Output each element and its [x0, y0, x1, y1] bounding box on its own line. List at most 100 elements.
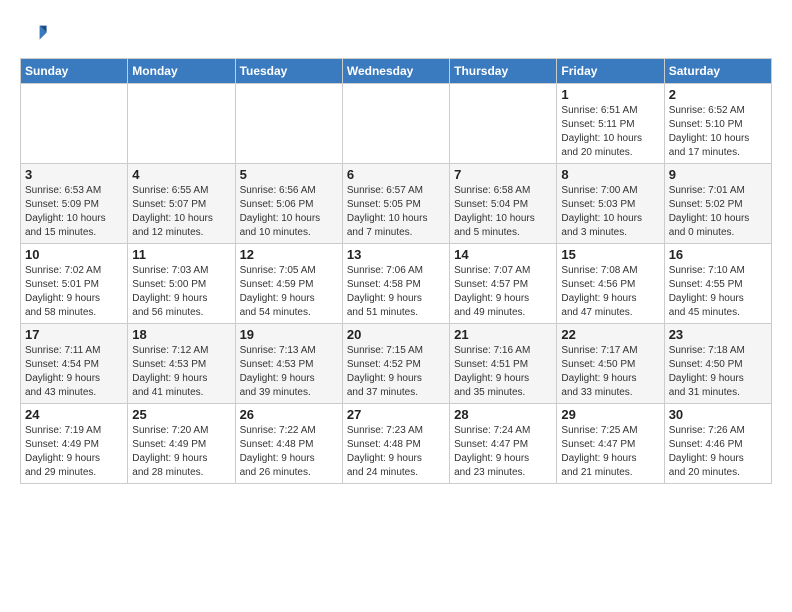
- calendar-cell: 10 Sunrise: 7:02 AMSunset: 5:01 PMDayligh…: [21, 244, 128, 324]
- calendar-cell: 12 Sunrise: 7:05 AMSunset: 4:59 PMDayligh…: [235, 244, 342, 324]
- calendar-cell: 5 Sunrise: 6:56 AMSunset: 5:06 PMDaylight…: [235, 164, 342, 244]
- day-number: 2: [669, 87, 767, 102]
- calendar-cell: 4 Sunrise: 6:55 AMSunset: 5:07 PMDaylight…: [128, 164, 235, 244]
- calendar-cell: 27 Sunrise: 7:23 AMSunset: 4:48 PMDayligh…: [342, 404, 449, 484]
- day-header-thursday: Thursday: [450, 59, 557, 84]
- day-number: 12: [240, 247, 338, 262]
- day-number: 22: [561, 327, 659, 342]
- calendar-cell: [235, 84, 342, 164]
- day-number: 3: [25, 167, 123, 182]
- day-number: 10: [25, 247, 123, 262]
- day-info: Sunrise: 7:10 AMSunset: 4:55 PMDaylight:…: [669, 264, 767, 320]
- calendar-week-3: 10 Sunrise: 7:02 AMSunset: 5:01 PMDayligh…: [21, 244, 772, 324]
- calendar-cell: 30 Sunrise: 7:26 AMSunset: 4:46 PMDayligh…: [664, 404, 771, 484]
- day-number: 25: [132, 407, 230, 422]
- calendar-cell: [450, 84, 557, 164]
- day-info: Sunrise: 7:02 AMSunset: 5:01 PMDaylight:…: [25, 264, 123, 320]
- day-info: Sunrise: 7:12 AMSunset: 4:53 PMDaylight:…: [132, 344, 230, 400]
- calendar-cell: 17 Sunrise: 7:11 AMSunset: 4:54 PMDayligh…: [21, 324, 128, 404]
- day-header-monday: Monday: [128, 59, 235, 84]
- day-info: Sunrise: 7:25 AMSunset: 4:47 PMDaylight:…: [561, 424, 659, 480]
- day-number: 16: [669, 247, 767, 262]
- day-info: Sunrise: 6:55 AMSunset: 5:07 PMDaylight:…: [132, 184, 230, 240]
- day-info: Sunrise: 7:22 AMSunset: 4:48 PMDaylight:…: [240, 424, 338, 480]
- day-number: 14: [454, 247, 552, 262]
- day-info: Sunrise: 7:08 AMSunset: 4:56 PMDaylight:…: [561, 264, 659, 320]
- day-header-saturday: Saturday: [664, 59, 771, 84]
- day-info: Sunrise: 7:26 AMSunset: 4:46 PMDaylight:…: [669, 424, 767, 480]
- calendar-cell: 29 Sunrise: 7:25 AMSunset: 4:47 PMDayligh…: [557, 404, 664, 484]
- day-number: 26: [240, 407, 338, 422]
- calendar-cell: 22 Sunrise: 7:17 AMSunset: 4:50 PMDayligh…: [557, 324, 664, 404]
- day-number: 7: [454, 167, 552, 182]
- day-number: 27: [347, 407, 445, 422]
- calendar-cell: 19 Sunrise: 7:13 AMSunset: 4:53 PMDayligh…: [235, 324, 342, 404]
- day-number: 1: [561, 87, 659, 102]
- day-header-wednesday: Wednesday: [342, 59, 449, 84]
- day-info: Sunrise: 7:11 AMSunset: 4:54 PMDaylight:…: [25, 344, 123, 400]
- day-number: 23: [669, 327, 767, 342]
- calendar-cell: 15 Sunrise: 7:08 AMSunset: 4:56 PMDayligh…: [557, 244, 664, 324]
- day-number: 28: [454, 407, 552, 422]
- calendar-cell: 9 Sunrise: 7:01 AMSunset: 5:02 PMDaylight…: [664, 164, 771, 244]
- day-info: Sunrise: 7:13 AMSunset: 4:53 PMDaylight:…: [240, 344, 338, 400]
- calendar-cell: 6 Sunrise: 6:57 AMSunset: 5:05 PMDaylight…: [342, 164, 449, 244]
- calendar-cell: 26 Sunrise: 7:22 AMSunset: 4:48 PMDayligh…: [235, 404, 342, 484]
- calendar-week-1: 1 Sunrise: 6:51 AMSunset: 5:11 PMDaylight…: [21, 84, 772, 164]
- calendar-cell: 20 Sunrise: 7:15 AMSunset: 4:52 PMDayligh…: [342, 324, 449, 404]
- day-info: Sunrise: 7:00 AMSunset: 5:03 PMDaylight:…: [561, 184, 659, 240]
- calendar-cell: 25 Sunrise: 7:20 AMSunset: 4:49 PMDayligh…: [128, 404, 235, 484]
- day-number: 17: [25, 327, 123, 342]
- calendar-cell: 11 Sunrise: 7:03 AMSunset: 5:00 PMDayligh…: [128, 244, 235, 324]
- day-number: 30: [669, 407, 767, 422]
- calendar-cell: 13Sunrise: 7:06 AMSunset: 4:58 PMDayligh…: [342, 244, 449, 324]
- day-number: 20: [347, 327, 445, 342]
- day-header-friday: Friday: [557, 59, 664, 84]
- calendar-week-4: 17 Sunrise: 7:11 AMSunset: 4:54 PMDayligh…: [21, 324, 772, 404]
- day-number: 8: [561, 167, 659, 182]
- calendar-cell: 23 Sunrise: 7:18 AMSunset: 4:50 PMDayligh…: [664, 324, 771, 404]
- day-info: Sunrise: 7:16 AMSunset: 4:51 PMDaylight:…: [454, 344, 552, 400]
- logo-icon: [20, 20, 48, 48]
- day-info: Sunrise: 7:24 AMSunset: 4:47 PMDaylight:…: [454, 424, 552, 480]
- day-info: Sunrise: 7:01 AMSunset: 5:02 PMDaylight:…: [669, 184, 767, 240]
- day-number: 11: [132, 247, 230, 262]
- day-number: 18: [132, 327, 230, 342]
- calendar-week-5: 24Sunrise: 7:19 AMSunset: 4:49 PMDayligh…: [21, 404, 772, 484]
- day-info: Sunrise: 7:18 AMSunset: 4:50 PMDaylight:…: [669, 344, 767, 400]
- day-info: Sunrise: 7:15 AMSunset: 4:52 PMDaylight:…: [347, 344, 445, 400]
- day-info: Sunrise: 6:57 AMSunset: 5:05 PMDaylight:…: [347, 184, 445, 240]
- calendar-cell: 3 Sunrise: 6:53 AMSunset: 5:09 PMDaylight…: [21, 164, 128, 244]
- calendar-cell: 28 Sunrise: 7:24 AMSunset: 4:47 PMDayligh…: [450, 404, 557, 484]
- day-number: 6: [347, 167, 445, 182]
- day-info: Sunrise: 6:53 AMSunset: 5:09 PMDaylight:…: [25, 184, 123, 240]
- day-info: Sunrise: 6:51 AMSunset: 5:11 PMDaylight:…: [561, 104, 659, 160]
- day-info: Sunrise: 6:56 AMSunset: 5:06 PMDaylight:…: [240, 184, 338, 240]
- day-info: Sunrise: 7:20 AMSunset: 4:49 PMDaylight:…: [132, 424, 230, 480]
- day-number: 9: [669, 167, 767, 182]
- day-info: Sunrise: 7:17 AMSunset: 4:50 PMDaylight:…: [561, 344, 659, 400]
- header: [20, 20, 772, 48]
- day-number: 24: [25, 407, 123, 422]
- day-info: Sunrise: 7:05 AMSunset: 4:59 PMDaylight:…: [240, 264, 338, 320]
- calendar: SundayMondayTuesdayWednesdayThursdayFrid…: [20, 58, 772, 484]
- day-info: Sunrise: 7:23 AMSunset: 4:48 PMDaylight:…: [347, 424, 445, 480]
- day-header-sunday: Sunday: [21, 59, 128, 84]
- day-number: 29: [561, 407, 659, 422]
- day-info: Sunrise: 7:07 AMSunset: 4:57 PMDaylight:…: [454, 264, 552, 320]
- calendar-cell: [128, 84, 235, 164]
- day-info: Sunrise: 6:52 AMSunset: 5:10 PMDaylight:…: [669, 104, 767, 160]
- calendar-cell: [342, 84, 449, 164]
- calendar-cell: 2 Sunrise: 6:52 AMSunset: 5:10 PMDaylight…: [664, 84, 771, 164]
- day-number: 4: [132, 167, 230, 182]
- day-number: 5: [240, 167, 338, 182]
- day-number: 19: [240, 327, 338, 342]
- day-number: 13: [347, 247, 445, 262]
- page: SundayMondayTuesdayWednesdayThursdayFrid…: [0, 0, 792, 494]
- calendar-week-2: 3 Sunrise: 6:53 AMSunset: 5:09 PMDaylight…: [21, 164, 772, 244]
- day-info: Sunrise: 6:58 AMSunset: 5:04 PMDaylight:…: [454, 184, 552, 240]
- day-number: 21: [454, 327, 552, 342]
- calendar-cell: [21, 84, 128, 164]
- day-number: 15: [561, 247, 659, 262]
- day-info: Sunrise: 7:03 AMSunset: 5:00 PMDaylight:…: [132, 264, 230, 320]
